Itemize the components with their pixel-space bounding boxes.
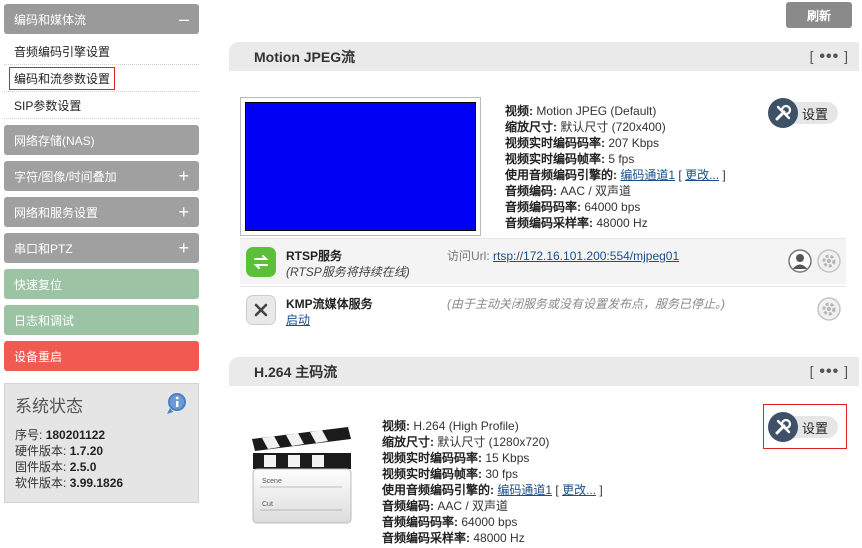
sidebar-section-overlay[interactable]: 字符/图像/时间叠加 + xyxy=(4,161,199,191)
status-sw-version: 软件版本: 3.99.1826 xyxy=(15,476,124,490)
app-page: 编码和媒体流 – 音频编码引擎设置 编码和流参数设置 SIP参数设置 网络存储(… xyxy=(0,0,862,548)
expand-icon: + xyxy=(178,238,189,258)
sidebar: 编码和媒体流 – 音频编码引擎设置 编码和流参数设置 SIP参数设置 网络存储(… xyxy=(4,4,199,503)
change-link[interactable]: 更改... xyxy=(562,483,596,497)
sidebar-item-sip[interactable]: SIP参数设置 xyxy=(4,92,199,119)
gear-icon[interactable] xyxy=(817,297,841,321)
sidebar-section-serial-ptz[interactable]: 串口和PTZ + xyxy=(4,233,199,263)
audio-channel-link[interactable]: 编码通道1 xyxy=(497,483,552,497)
clapper-cut-label: Cut xyxy=(262,501,273,508)
sidebar-section-label: 串口和PTZ xyxy=(14,241,73,256)
sidebar-item-label: 音频编码引擎设置 xyxy=(14,44,111,59)
mjpeg-stream-info: 视频: Motion JPEG (Default) 缩放尺寸: 默认尺寸 (72… xyxy=(505,104,726,230)
mjpeg-settings-button[interactable]: 设置 xyxy=(768,98,840,128)
sidebar-section-label: 网络和服务设置 xyxy=(14,205,99,220)
sidebar-device-reboot[interactable]: 设备重启 xyxy=(4,341,199,371)
sidebar-section-encoding[interactable]: 编码和媒体流 – xyxy=(4,4,199,34)
expand-icon: + xyxy=(178,202,189,222)
rtsp-url: 访问Url: rtsp://172.16.101.200:554/mjpeg01 xyxy=(447,249,680,263)
sidebar-section-label: 编码和媒体流 xyxy=(14,12,87,27)
rtsp-swap-icon xyxy=(246,247,276,277)
clapper-scene-label: Scene xyxy=(262,478,282,485)
info-icon[interactable] xyxy=(164,392,188,416)
rtsp-service-status: (RTSP服务将持续在线) xyxy=(286,265,410,279)
sidebar-item-label: SIP参数设置 xyxy=(14,98,82,113)
h264-stream-info: 视频: H.264 (High Profile) 缩放尺寸: 默认尺寸 (128… xyxy=(382,419,603,545)
sidebar-section-label: 字符/图像/时间叠加 xyxy=(14,169,117,184)
sidebar-item-label: 编码和流参数设置 xyxy=(9,66,116,90)
rtsp-service-row: RTSP服务 (RTSP服务将持续在线) 访问Url: rtsp://172.1… xyxy=(240,238,846,284)
more-menu-button[interactable]: [ ••• ] xyxy=(810,363,849,381)
user-icon[interactable] xyxy=(788,249,812,273)
sidebar-quick-reset[interactable]: 快速复位 xyxy=(4,269,199,299)
sidebar-section-label: 网络存储(NAS) xyxy=(14,133,95,148)
sidebar-sublist: 音频编码引擎设置 编码和流参数设置 SIP参数设置 xyxy=(4,38,199,119)
mjpeg-section-header: Motion JPEG流 [ ••• ] xyxy=(229,42,859,71)
status-serial: 序号: 180201122 xyxy=(15,428,106,442)
close-icon xyxy=(246,295,276,325)
section-title: Motion JPEG流 xyxy=(254,48,356,65)
h264-section-header: H.264 主码流 [ ••• ] xyxy=(229,357,859,386)
status-fw-version: 固件版本: 2.5.0 xyxy=(15,460,97,474)
mjpeg-preview xyxy=(240,97,481,236)
sidebar-section-label: 快速复位 xyxy=(14,277,63,292)
kmp-service-row: KMP流媒体服务 启动 (由于主动关闭服务或没有设置发布点，服务已停止。) xyxy=(240,286,846,334)
video-clapper-icon: Scene Cut xyxy=(252,427,352,524)
tools-icon xyxy=(768,412,798,442)
preview-image xyxy=(245,102,476,231)
section-title: H.264 主码流 xyxy=(254,363,338,380)
collapse-icon: – xyxy=(178,9,189,29)
kmp-service-name: KMP流媒体服务 xyxy=(286,297,373,311)
sidebar-item-audio-engine[interactable]: 音频编码引擎设置 xyxy=(4,38,199,65)
sidebar-section-label: 日志和调试 xyxy=(14,313,75,328)
kmp-start-link[interactable]: 启动 xyxy=(286,311,310,328)
rtsp-url-link[interactable]: rtsp://172.16.101.200:554/mjpeg01 xyxy=(493,249,679,263)
sidebar-section-label: 设备重启 xyxy=(14,349,63,364)
more-menu-button[interactable]: [ ••• ] xyxy=(810,48,849,66)
kmp-service-note: (由于主动关闭服务或没有设置发布点，服务已停止。) xyxy=(447,297,725,311)
expand-icon: + xyxy=(178,166,189,186)
sidebar-section-network[interactable]: 网络和服务设置 + xyxy=(4,197,199,227)
system-status-title: 系统状态 xyxy=(15,397,83,416)
audio-channel-link[interactable]: 编码通道1 xyxy=(620,168,675,182)
tools-icon xyxy=(768,98,798,128)
sidebar-logs-debug[interactable]: 日志和调试 xyxy=(4,305,199,335)
rtsp-service-name: RTSP服务 xyxy=(286,249,343,263)
status-hw-version: 硬件版本: 1.7.20 xyxy=(15,444,104,458)
system-status-panel: 系统状态 序号: 180201122 硬件版本: 1.7.20 固件版本: 2.… xyxy=(4,383,199,503)
h264-settings-button[interactable]: 设置 xyxy=(768,412,840,442)
gear-icon[interactable] xyxy=(817,249,841,273)
refresh-button[interactable]: 刷新 xyxy=(786,2,852,28)
sidebar-section-nas[interactable]: 网络存储(NAS) xyxy=(4,125,199,155)
sidebar-item-stream-params[interactable]: 编码和流参数设置 xyxy=(4,65,199,92)
change-link[interactable]: 更改... xyxy=(685,168,719,182)
